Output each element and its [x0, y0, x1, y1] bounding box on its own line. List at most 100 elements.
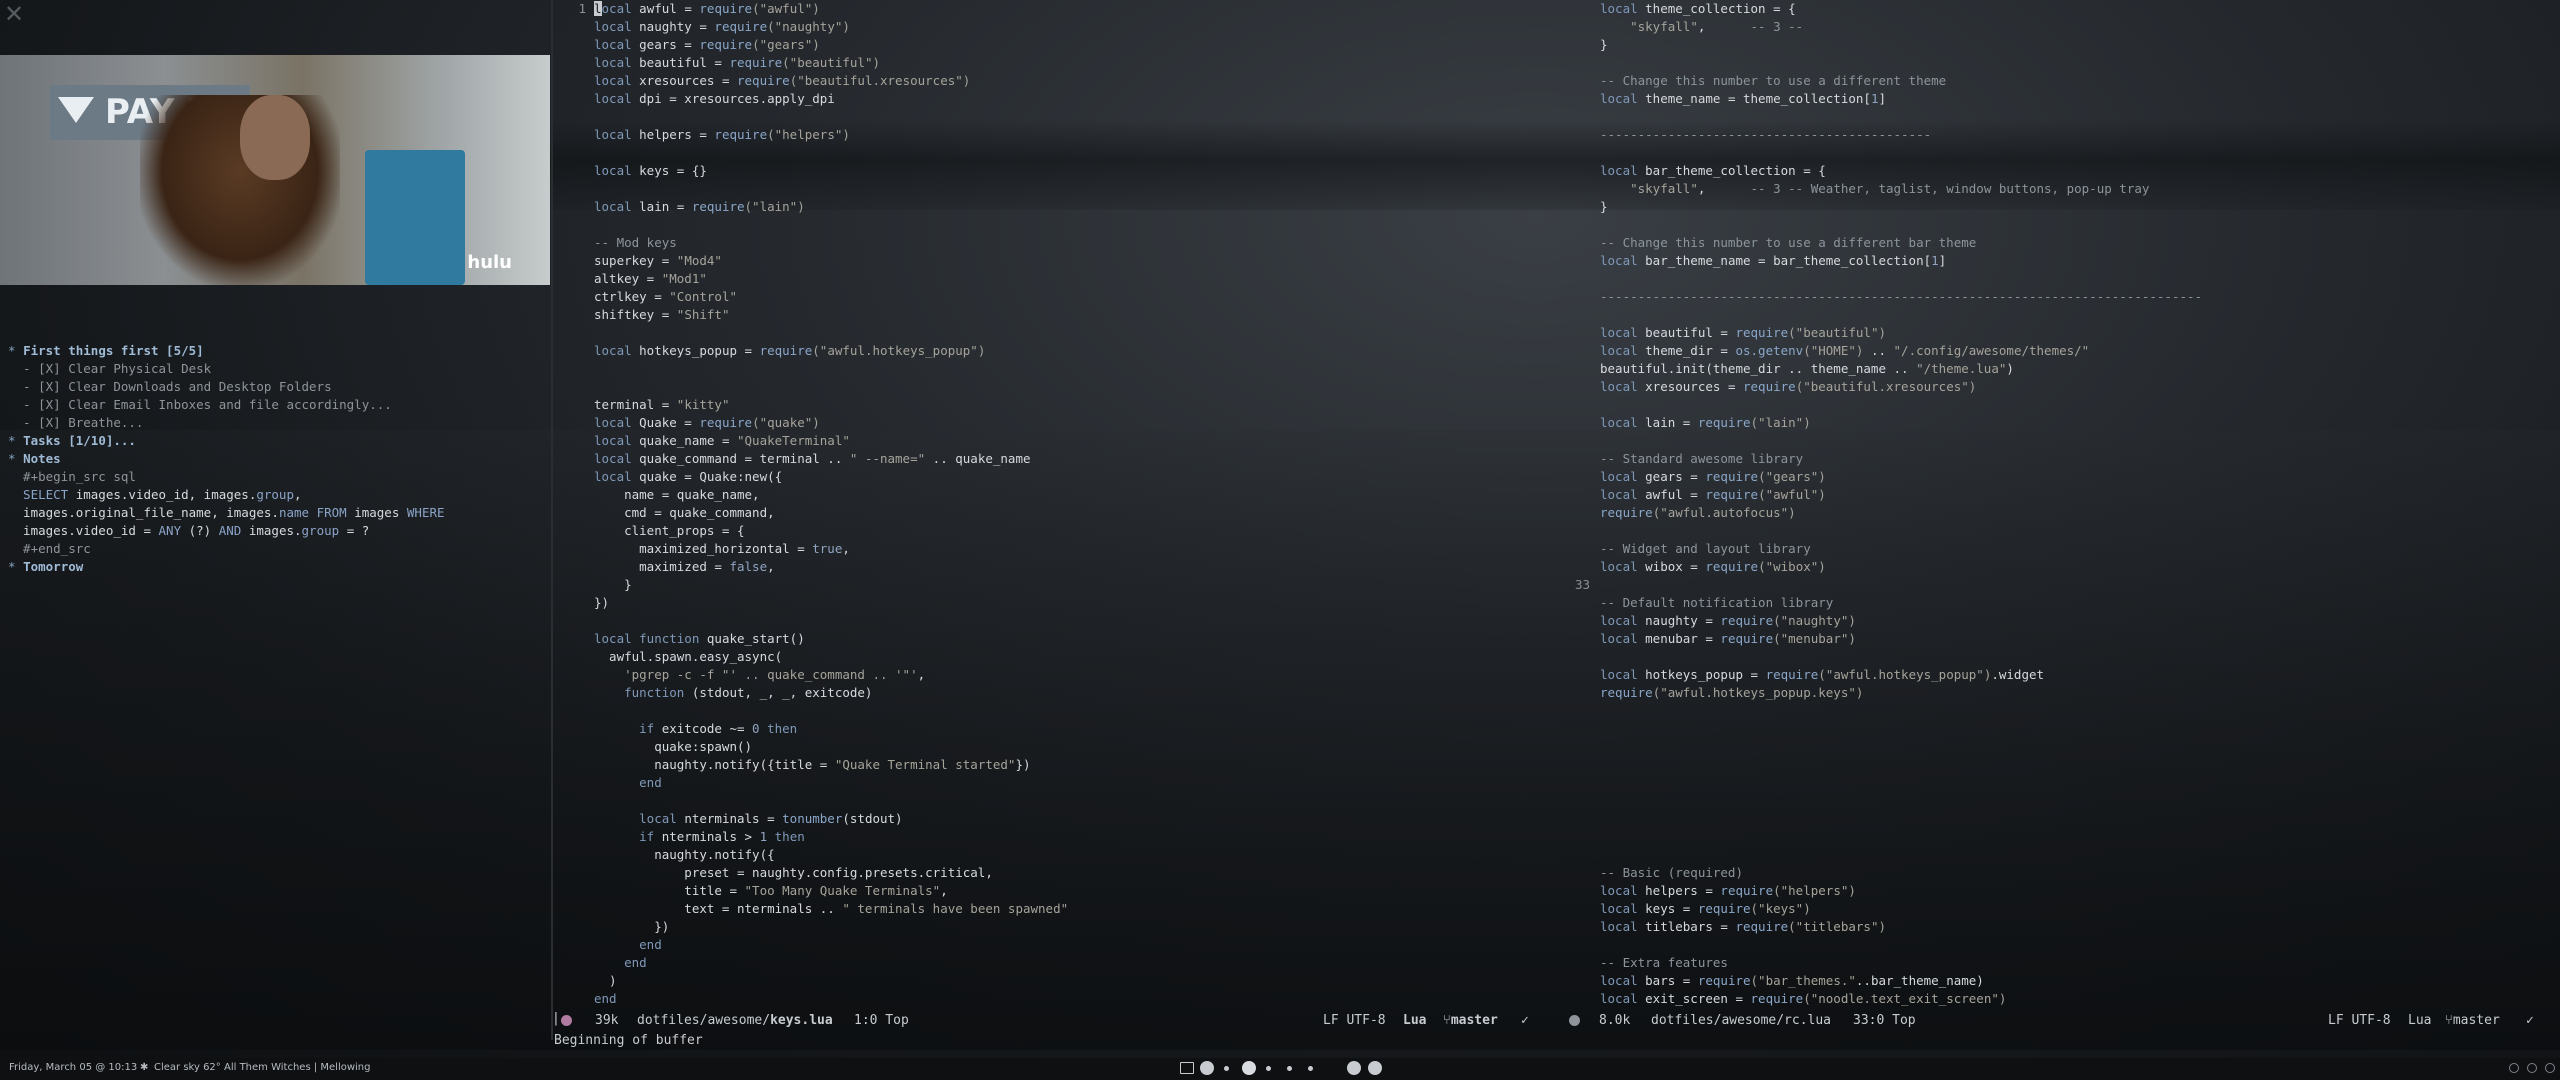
tag-7[interactable] [1347, 1061, 1361, 1075]
left-code-line[interactable] [594, 144, 1068, 162]
right-code-line[interactable]: } [1600, 36, 2202, 54]
left-code-line[interactable]: client_props = { [594, 522, 1068, 540]
right-code-line[interactable] [1600, 396, 2202, 414]
left-code-line[interactable]: 'pgrep -c -f "' .. quake_command .. '"', [594, 666, 1068, 684]
left-code-line[interactable]: text = nterminals .. " terminals have be… [594, 900, 1068, 918]
right-code-line[interactable]: -- Basic (required) [1600, 864, 2202, 882]
right-code-line[interactable]: local bar_theme_collection = { [1600, 162, 2202, 180]
right-code-line[interactable]: -- Standard awesome library [1600, 450, 2202, 468]
right-code-line[interactable]: local wibox = require("wibox") [1600, 558, 2202, 576]
left-code-line[interactable]: local lain = require("lain") [594, 198, 1068, 216]
pane-divider[interactable] [551, 0, 553, 1040]
right-code-line[interactable]: -- Change this number to use a different… [1600, 72, 2202, 90]
date-time[interactable]: Friday, March 05 @ 10:13 [9, 1062, 137, 1073]
left-code-line[interactable]: ctrlkey = "Control" [594, 288, 1068, 306]
left-code-line[interactable]: name = quake_name, [594, 486, 1068, 504]
left-code-line[interactable]: }) [594, 918, 1068, 936]
right-code-line[interactable]: local hotkeys_popup = require("awful.hot… [1600, 666, 2202, 684]
right-code-line[interactable]: local gears = require("gears") [1600, 468, 2202, 486]
left-code-line[interactable]: maximized = false, [594, 558, 1068, 576]
workspace-icon[interactable] [1180, 1062, 1194, 1074]
right-code-line[interactable] [1600, 720, 2202, 738]
file-encoding[interactable]: LF UTF-8 [2328, 1011, 2391, 1031]
org-line[interactable]: images.video_id = ANY (?) AND images.gro… [8, 522, 445, 540]
buffer-path[interactable]: dotfiles/awesome/keys.lua [637, 1011, 833, 1031]
left-code-line[interactable] [594, 792, 1068, 810]
right-code-line[interactable] [1600, 522, 2202, 540]
right-code-line[interactable]: ----------------------------------------… [1600, 288, 2202, 306]
right-code-line[interactable]: "skyfall", -- 3 -- [1600, 18, 2202, 36]
right-code-line[interactable] [1600, 576, 2202, 594]
left-code-line[interactable]: cmd = quake_command, [594, 504, 1068, 522]
tag-6[interactable] [1308, 1066, 1313, 1071]
left-code-line[interactable]: local beautiful = require("beautiful") [594, 54, 1068, 72]
left-code-line[interactable]: function (stdout, _, _, exitcode) [594, 684, 1068, 702]
git-branch[interactable]: ⑂master [2445, 1011, 2500, 1031]
right-code-line[interactable] [1600, 828, 2202, 846]
right-code-line[interactable]: local menubar = require("menubar") [1600, 630, 2202, 648]
tag-1[interactable] [1200, 1061, 1214, 1075]
left-code-line[interactable] [594, 612, 1068, 630]
left-code-line[interactable]: local Quake = require("quake") [594, 414, 1068, 432]
tag-2[interactable] [1224, 1066, 1229, 1071]
org-notes[interactable]: * First things first [5/5] - [X] Clear P… [8, 342, 445, 576]
right-code-line[interactable]: local helpers = require("helpers") [1600, 882, 2202, 900]
right-code-line[interactable]: local theme_dir = os.getenv("HOME") .. "… [1600, 342, 2202, 360]
left-code-line[interactable]: title = "Too Many Quake Terminals", [594, 882, 1068, 900]
right-editor-buffer[interactable]: local theme_collection = { "skyfall", --… [1600, 0, 2202, 1008]
major-mode[interactable]: Lua [1403, 1011, 1426, 1031]
left-code-line[interactable]: local xresources = require("beautiful.xr… [594, 72, 1068, 90]
left-code-line[interactable]: superkey = "Mod4" [594, 252, 1068, 270]
left-code-line[interactable]: end [594, 954, 1068, 972]
right-code-line[interactable] [1600, 756, 2202, 774]
tag-5[interactable] [1287, 1066, 1292, 1071]
org-line[interactable]: SELECT images.video_id, images.group, [8, 486, 445, 504]
tag-4[interactable] [1266, 1066, 1271, 1071]
left-code-line[interactable] [594, 378, 1068, 396]
left-code-line[interactable]: local helpers = require("helpers") [594, 126, 1068, 144]
left-code-line[interactable]: ) [594, 972, 1068, 990]
right-code-line[interactable] [1600, 846, 2202, 864]
org-line[interactable]: - [X] Clear Physical Desk [8, 360, 445, 378]
right-code-line[interactable] [1600, 774, 2202, 792]
org-line[interactable]: - [X] Clear Downloads and Desktop Folder… [8, 378, 445, 396]
video-player[interactable]: PAY HER hulu [0, 55, 550, 285]
buffer-path[interactable]: dotfiles/awesome/rc.lua [1651, 1011, 1831, 1031]
right-code-line[interactable]: local titlebars = require("titlebars") [1600, 918, 2202, 936]
left-code-line[interactable]: local dpi = xresources.apply_dpi [594, 90, 1068, 108]
left-code-line[interactable]: quake:spawn() [594, 738, 1068, 756]
right-code-line[interactable]: require("awful.hotkeys_popup.keys") [1600, 684, 2202, 702]
right-code-line[interactable]: ----------------------------------------… [1600, 126, 2202, 144]
left-editor-buffer[interactable]: local awful = require("awful") local naug… [594, 0, 1068, 1008]
tag-3[interactable] [1242, 1061, 1256, 1075]
major-mode[interactable]: Lua [2408, 1011, 2431, 1031]
left-code-line[interactable]: end [594, 990, 1068, 1008]
left-code-line[interactable] [594, 702, 1068, 720]
left-code-line[interactable]: local awful = require("awful") [594, 0, 1068, 18]
left-code-line[interactable]: local keys = {} [594, 162, 1068, 180]
org-line[interactable]: #+end_src [8, 540, 445, 558]
right-code-line[interactable] [1600, 432, 2202, 450]
right-code-line[interactable]: require("awful.autofocus") [1600, 504, 2202, 522]
left-code-line[interactable] [594, 108, 1068, 126]
left-code-line[interactable]: naughty.notify({title = "Quake Terminal … [594, 756, 1068, 774]
left-code-line[interactable]: if nterminals > 1 then [594, 828, 1068, 846]
right-code-line[interactable]: beautiful.init(theme_dir .. theme_name .… [1600, 360, 2202, 378]
left-code-line[interactable]: maximized_horizontal = true, [594, 540, 1068, 558]
left-code-line[interactable]: local hotkeys_popup = require("awful.hot… [594, 342, 1068, 360]
left-code-line[interactable] [594, 360, 1068, 378]
left-code-line[interactable]: }) [594, 594, 1068, 612]
left-code-line[interactable]: -- Mod keys [594, 234, 1068, 252]
right-code-line[interactable] [1600, 270, 2202, 288]
left-code-line[interactable]: end [594, 774, 1068, 792]
left-code-line[interactable]: local quake_name = "QuakeTerminal" [594, 432, 1068, 450]
git-branch[interactable]: ⑂master [1443, 1011, 1498, 1031]
left-code-line[interactable]: shiftkey = "Shift" [594, 306, 1068, 324]
right-code-line[interactable]: -- Widget and layout library [1600, 540, 2202, 558]
org-line[interactable]: * Notes [8, 450, 445, 468]
left-code-line[interactable]: local function quake_start() [594, 630, 1068, 648]
left-code-line[interactable]: local quake = Quake:new({ [594, 468, 1068, 486]
right-code-line[interactable] [1600, 792, 2202, 810]
org-line[interactable]: images.original_file_name, images.name F… [8, 504, 444, 522]
org-line[interactable]: * Tasks [1/10]... [8, 432, 445, 450]
